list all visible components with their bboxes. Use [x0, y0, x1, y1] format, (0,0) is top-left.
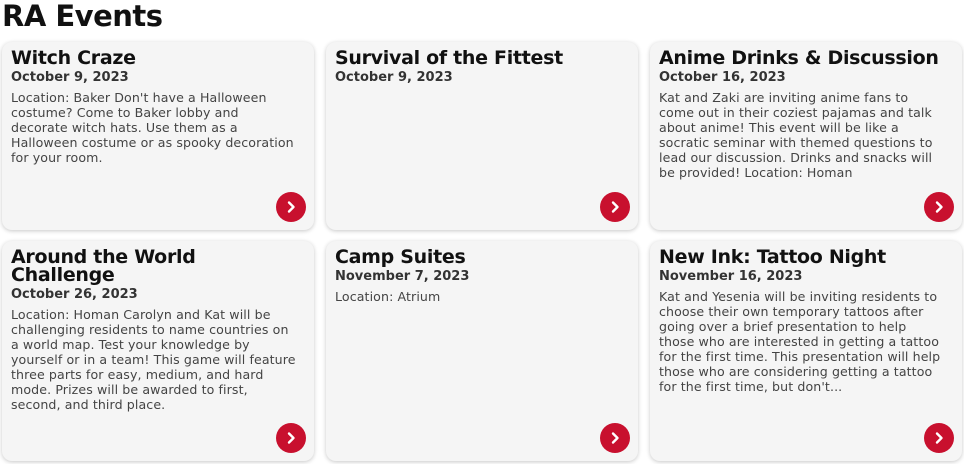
- event-title: Camp Suites: [335, 246, 466, 268]
- event-date: October 16, 2023: [659, 70, 786, 85]
- chevron-right-icon: [611, 432, 619, 444]
- open-event-button[interactable]: [276, 192, 306, 222]
- event-title: Anime Drinks & Discussion: [659, 47, 939, 69]
- event-title: Survival of the Fittest: [335, 47, 563, 69]
- chevron-right-icon: [287, 201, 295, 213]
- event-description: Location: Baker Don't have a Halloween c…: [11, 90, 294, 165]
- chevron-right-icon: [611, 201, 619, 213]
- event-card-around-the-world[interactable]: Around the World Challenge October 26, 2…: [2, 241, 314, 461]
- event-title: New Ink: Tattoo Night: [659, 246, 886, 268]
- event-card-survival-of-the-fittest[interactable]: Survival of the Fittest October 9, 2023: [326, 42, 638, 230]
- page-title: RA Events: [2, 0, 163, 33]
- event-description: Location: Atrium: [335, 289, 441, 304]
- open-event-button[interactable]: [924, 423, 954, 453]
- event-title: Around the World Challenge: [11, 246, 196, 286]
- event-description: Location: Homan Carolyn and Kat will be …: [11, 307, 296, 412]
- chevron-right-icon: [287, 432, 295, 444]
- chevron-right-icon: [935, 432, 943, 444]
- event-date: November 16, 2023: [659, 269, 803, 284]
- event-date: October 26, 2023: [11, 287, 138, 302]
- open-event-button[interactable]: [600, 192, 630, 222]
- event-date: November 7, 2023: [335, 269, 470, 284]
- event-card-witch-craze[interactable]: Witch Craze October 9, 2023 Location: Ba…: [2, 42, 314, 230]
- event-description: Kat and Zaki are inviting anime fans to …: [659, 90, 933, 180]
- event-date: October 9, 2023: [11, 70, 129, 85]
- open-event-button[interactable]: [276, 423, 306, 453]
- open-event-button[interactable]: [924, 192, 954, 222]
- event-date: October 9, 2023: [335, 70, 453, 85]
- event-card-camp-suites[interactable]: Camp Suites November 7, 2023 Location: A…: [326, 241, 638, 461]
- event-description: Kat and Yesenia will be inviting residen…: [659, 289, 941, 394]
- event-card-tattoo-night[interactable]: New Ink: Tattoo Night November 16, 2023 …: [650, 241, 962, 461]
- event-title: Witch Craze: [11, 47, 136, 69]
- open-event-button[interactable]: [600, 423, 630, 453]
- chevron-right-icon: [935, 201, 943, 213]
- event-card-anime-drinks[interactable]: Anime Drinks & Discussion October 16, 20…: [650, 42, 962, 230]
